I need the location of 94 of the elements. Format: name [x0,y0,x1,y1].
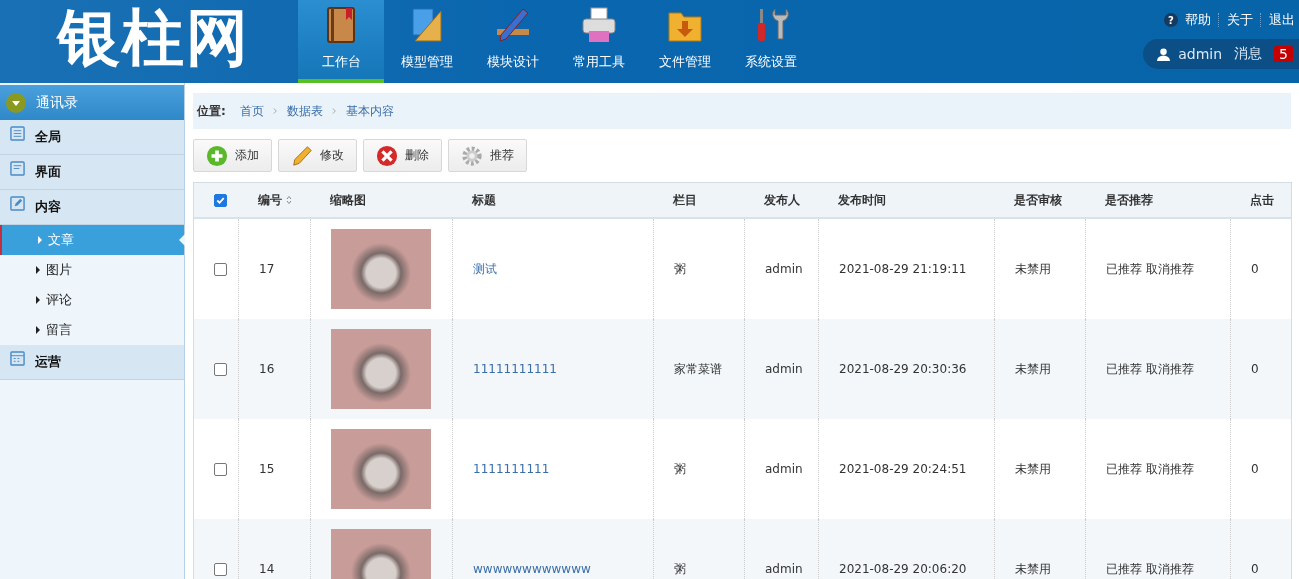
column-header: 标题 [472,191,496,209]
breadcrumb-link[interactable]: 数据表 [286,102,323,120]
messages-link[interactable]: 消息 [1234,45,1263,63]
table-cell: 粥 [674,260,686,278]
column-header: 编号 [258,191,282,209]
breadcrumb-link[interactable]: 首页 [239,102,264,120]
plus-icon [206,144,228,167]
add-button[interactable]: 添加 [193,139,272,172]
table-cell: 0 [1251,262,1259,276]
help-icon: ? [1164,13,1178,27]
table-cell: 0 [1251,362,1259,376]
table-cell: admin [765,462,803,476]
table-cell: 14 [259,562,275,576]
column-header: 点击 [1250,191,1274,209]
header-link[interactable]: 帮助 [1185,11,1211,29]
table-cell: 未禁用 [1015,260,1051,278]
table-cell: 家常菜谱 [674,360,722,378]
cancel-recommend-link[interactable]: 取消推荐 [1146,460,1194,478]
cancel-recommend-link[interactable]: 取消推荐 [1146,260,1194,278]
table-cell: 16 [259,362,275,376]
row-checkbox[interactable] [214,262,227,276]
column-header: 栏目 [673,191,697,209]
sidebar-group[interactable]: 运营 [0,345,184,380]
site-logo: 银柱网 [55,0,251,76]
table-cell: 已推荐 [1106,260,1142,278]
table-cell: 未禁用 [1015,460,1051,478]
breadcrumb-label: 位置: [197,102,226,120]
title-link[interactable]: 1111111111 [473,462,550,476]
column-header: 发布时间 [838,191,886,209]
sidebar-item[interactable]: 评论 [0,285,184,315]
cancel-recommend-link[interactable]: 取消推荐 [1146,360,1194,378]
sidebar-group[interactable]: 内容 [0,190,184,225]
title-link[interactable]: wwwwwwwwwwww [473,562,591,576]
sort-icon[interactable] [286,195,292,205]
column-header: 缩略图 [330,191,366,209]
row-checkbox[interactable] [214,362,227,376]
table-cell: 2021-08-29 20:30:36 [839,362,967,376]
table-cell: 已推荐 [1106,560,1142,578]
table-cell: 已推荐 [1106,360,1142,378]
nav-tab[interactable]: 文件管理 [642,0,728,83]
sidebar-item[interactable]: 留言 [0,315,184,345]
row-checkbox[interactable] [214,562,227,576]
list-icon [10,125,25,141]
table-cell: 2021-08-29 21:19:11 [839,262,967,276]
table-cell: 15 [259,462,275,476]
edit-icon [10,195,25,211]
table-cell: 2021-08-29 20:06:20 [839,562,967,576]
table-cell: admin [765,262,803,276]
title-link[interactable]: 测试 [473,260,497,278]
title-link[interactable]: 11111111111 [473,362,557,376]
dropdown-icon [6,92,26,113]
cancel-recommend-link[interactable]: 取消推荐 [1146,560,1194,578]
sidebar-item[interactable]: 图片 [0,255,184,285]
message-count-badge: 5 [1274,46,1293,62]
table-cell: 17 [259,262,275,276]
table-cell: 已推荐 [1106,460,1142,478]
row-checkbox[interactable] [214,462,227,476]
table-cell: 粥 [674,460,686,478]
sidebar-group[interactable]: 全局 [0,120,184,155]
header-link[interactable]: 退出 [1269,11,1295,29]
nav-tab[interactable]: 模块设计 [470,0,556,83]
table-cell: 未禁用 [1015,360,1051,378]
column-header: 发布人 [764,191,800,209]
nav-tab[interactable]: 常用工具 [556,0,642,83]
sidebar-group[interactable]: 界面 [0,155,184,190]
settings-button[interactable]: 推荐 [448,139,527,172]
nav-tab[interactable]: 工作台 [298,0,384,83]
column-header: 是否推荐 [1105,191,1153,209]
printer-icon [579,5,619,45]
pencil-icon [291,144,313,167]
username-link[interactable]: admin [1178,46,1223,62]
user-icon [1157,47,1171,61]
nav-tab[interactable]: 模型管理 [384,0,470,83]
table-cell: 0 [1251,562,1259,576]
nav-tab[interactable]: 系统设置 [728,0,814,83]
chevron-icon [331,107,337,115]
chat-icon [10,160,25,176]
select-all-checkbox[interactable] [214,193,227,207]
breadcrumb-link[interactable]: 基本内容 [345,102,394,120]
table-cell: 0 [1251,462,1259,476]
column-header: 是否审核 [1014,191,1062,209]
gear-icon [461,144,483,167]
table-cell: admin [765,562,803,576]
table-cell: admin [765,362,803,376]
table-cell: 粥 [674,560,686,578]
delete-icon [376,144,398,167]
table-cell: 2021-08-29 20:24:51 [839,462,967,476]
table-cell: 未禁用 [1015,560,1051,578]
header-link[interactable]: 关于 [1227,11,1253,29]
calendar-icon [10,350,25,366]
edit-button[interactable]: 修改 [278,139,357,172]
sidebar-title: 通讯录 [36,93,78,112]
delete-button[interactable]: 删除 [363,139,442,172]
chevron-icon [272,107,278,115]
